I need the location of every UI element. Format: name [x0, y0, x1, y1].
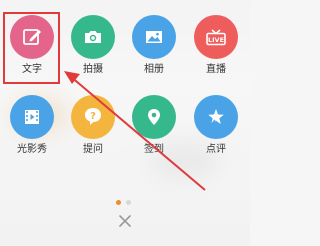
annotation-arrow	[64, 71, 206, 191]
pager-dot	[126, 200, 131, 205]
pager-dots	[116, 200, 131, 206]
close-icon	[118, 213, 132, 232]
pager-dot-active	[116, 200, 121, 205]
close-button[interactable]	[114, 211, 136, 233]
